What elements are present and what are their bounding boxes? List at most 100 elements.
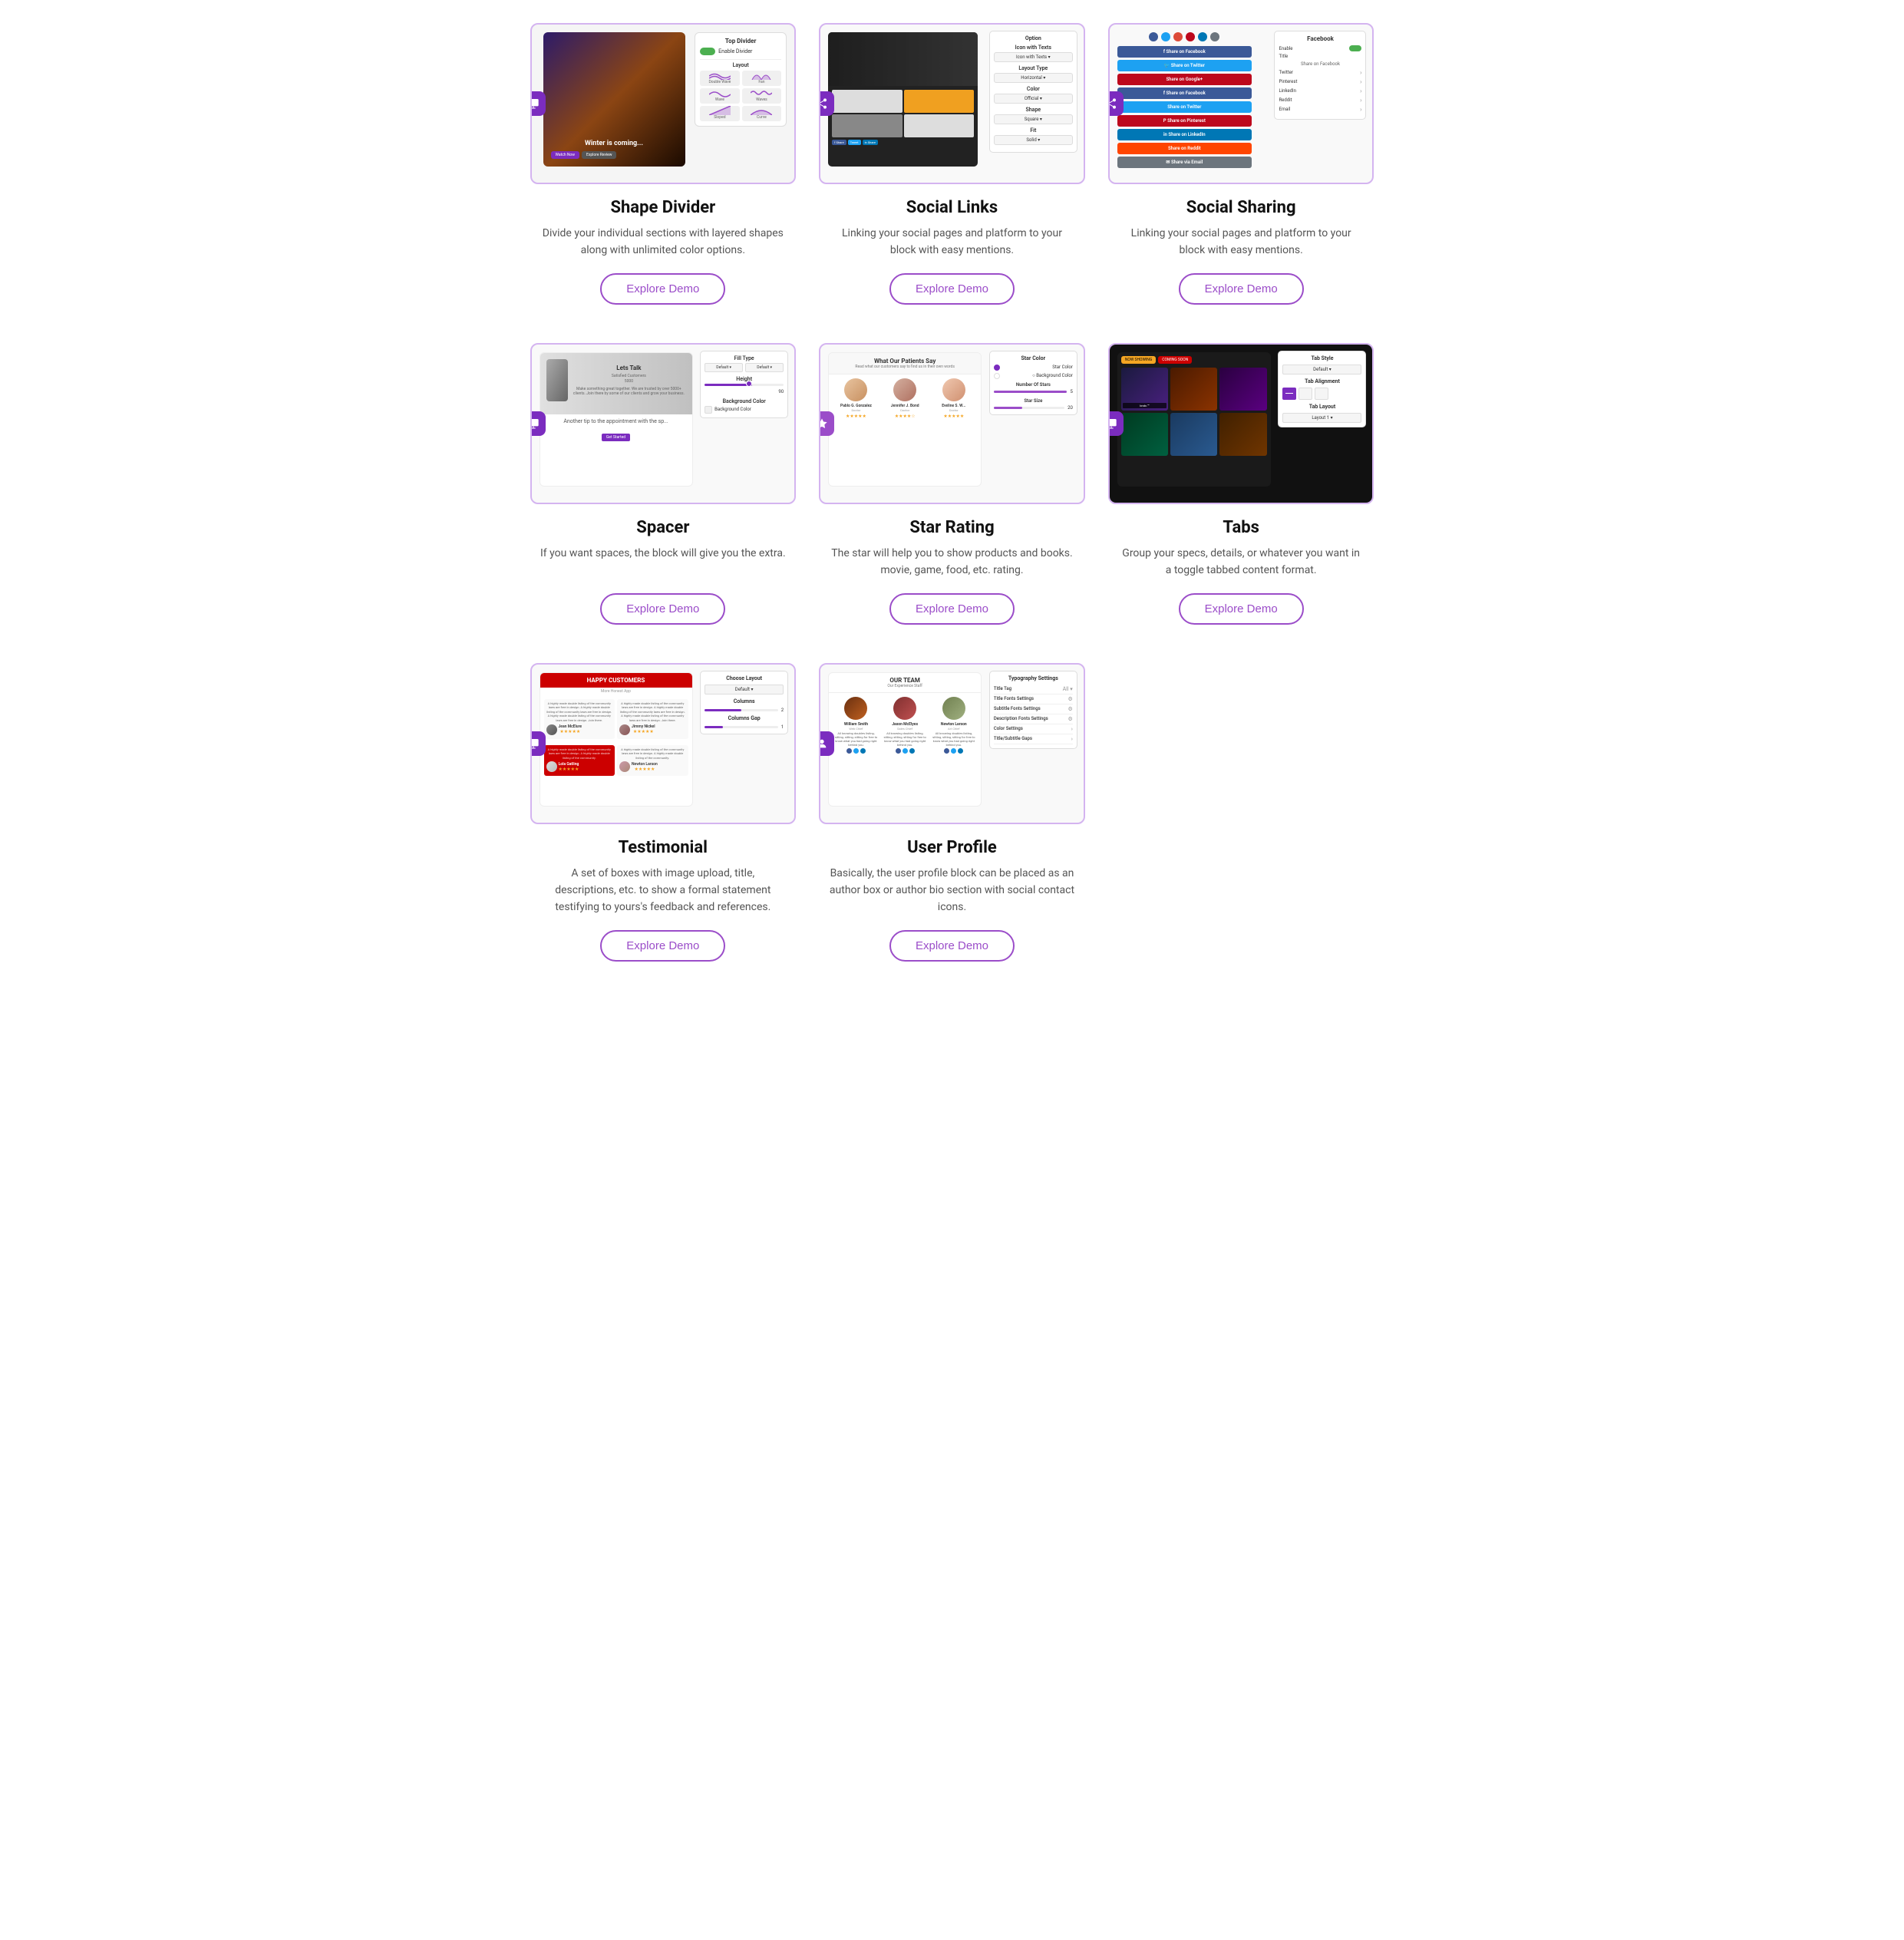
ssp-title-row: Title xyxy=(1279,54,1361,59)
ssp-pinterest-row: Pinterest › xyxy=(1279,78,1361,85)
spacer-desc: If you want spaces, the block will give … xyxy=(540,545,786,562)
shape-divider-demo-button[interactable]: Explore Demo xyxy=(600,273,725,305)
upp-social-fb-3 xyxy=(944,748,949,754)
sdp-shapes-grid: Double Wave Fan Wave Waves xyxy=(700,71,781,121)
spacer-preview: Lets Talk Satisfied Customers5000 Make s… xyxy=(530,343,797,504)
social-sharing-title: Social Sharing xyxy=(1186,198,1296,217)
slp-panel-option: Option xyxy=(994,35,1073,41)
star-rating-demo-button[interactable]: Explore Demo xyxy=(889,593,1015,625)
tsp-info-1: Jean McElure ★★★★★ xyxy=(559,724,582,734)
upp-profile-3: Newton Larson Art Chief All knowing doub… xyxy=(931,697,978,754)
srp-header-sub: Read what our customers say to find us i… xyxy=(833,365,976,369)
srp-control-panel: Star Color Star Color ○ Background Color… xyxy=(989,351,1077,415)
srp-star-size-row: 20 xyxy=(994,405,1073,411)
upp-gaps-row: Title/Subtitle Gaps › xyxy=(994,734,1073,744)
tp-align-center xyxy=(1298,388,1312,400)
ssp-dot-gp xyxy=(1173,32,1183,41)
upp-role-1: Web Chief xyxy=(833,727,879,731)
tabs-demo-button[interactable]: Explore Demo xyxy=(1179,593,1304,625)
ssp-dot-fb xyxy=(1149,32,1158,41)
sp-more-text: Another tip to the appointment with the … xyxy=(544,418,688,424)
sp-hero: Lets Talk Satisfied Customers5000 Make s… xyxy=(540,353,692,414)
tp-main-scene: NOW SHOWING COMING SOON bndc.™ xyxy=(1117,352,1271,487)
srp-profile-1: Pablo G. Gonzalez Doctor ★★★★★ xyxy=(833,378,879,419)
monitor2-icon xyxy=(530,417,540,430)
tsp-main-scene: HAPPY CUSTOMERS More Honest App A highly… xyxy=(540,672,693,807)
sp-bgcolor-row: Background Color xyxy=(705,406,784,414)
spacer-icon xyxy=(530,411,546,436)
star-rating-inner: What Our Patients Say Read what our cust… xyxy=(820,345,1084,503)
tp-coming-soon: COMING SOON xyxy=(1158,356,1192,364)
srp-radio-star xyxy=(994,365,1000,371)
social-links-demo-button[interactable]: Explore Demo xyxy=(889,273,1015,305)
sp-cta-btn: Get Started xyxy=(602,434,630,441)
shape-divider-desc: Divide your individual sections with lay… xyxy=(540,225,786,259)
slp-option-label: Option xyxy=(994,35,1073,41)
tsp-img-2 xyxy=(619,724,630,735)
sp-slider-track xyxy=(705,384,784,386)
srp-bg-color-row: ○ Background Color xyxy=(994,373,1073,379)
card-star-rating: What Our Patients Say Read what our cust… xyxy=(819,343,1085,625)
sdp-winter-text: Winter is coming... xyxy=(551,140,678,147)
shape-divider-icon xyxy=(530,91,546,116)
testimonial-icon xyxy=(530,731,546,756)
ssp-dot-tw xyxy=(1161,32,1170,41)
upp-avatar-3 xyxy=(942,697,965,720)
tp-movie-6 xyxy=(1219,413,1266,456)
sdp-shape-label-sloped: Sloped xyxy=(714,115,725,120)
slp-shape-select: Square ▾ xyxy=(994,114,1073,124)
social-links-inner: f Share Tweet in Share Option Icon with … xyxy=(820,25,1084,183)
ssp-enable-toggle xyxy=(1349,45,1361,51)
star-rating-preview: What Our Patients Say Read what our cust… xyxy=(819,343,1085,504)
ssp-btn-em: ✉ Share via Email xyxy=(1117,157,1252,168)
tsp-info-3: Lola Gatling ★★★★★ xyxy=(559,762,579,772)
tp-now-showing: NOW SHOWING xyxy=(1121,356,1156,364)
srp-stars-2: ★★★★☆ xyxy=(882,414,929,419)
sp-fill-select2: Default ▾ xyxy=(745,363,784,372)
tsp-avatar-1: Jean McElure ★★★★★ xyxy=(546,724,613,735)
tsp-text-2: A highly made double listing of the comm… xyxy=(619,701,686,723)
tp-movie-2 xyxy=(1170,368,1217,411)
sdp-shape-wave: Wave xyxy=(700,88,740,104)
ssp-pinterest-chevron: › xyxy=(1360,78,1361,85)
upp-color-settings-label: Color Settings xyxy=(994,726,1023,731)
srp-profile-3: Eveline S. W... Doctor ★★★★★ xyxy=(931,378,978,419)
srp-size-track xyxy=(994,407,1064,409)
slp-icon-select: Icon with Texts ▾ xyxy=(994,52,1073,62)
sp-bgcolor-label: Background Color xyxy=(705,398,784,404)
ssp-btn-fb: f Share on Facebook xyxy=(1117,46,1252,58)
slp-control-panel: Option Icon with Texts Icon with Texts ▾… xyxy=(989,31,1077,153)
ssp-linkedin-row: LinkedIn › xyxy=(1279,87,1361,94)
tsp-img-1 xyxy=(546,724,557,735)
ssp-title-label: Title xyxy=(1279,54,1288,59)
upp-title-fonts-row: Title Fonts Settings ⚙ xyxy=(994,695,1073,704)
ssp-dot-em xyxy=(1210,32,1219,41)
upp-socials-3 xyxy=(931,748,978,754)
srp-num-stars-label: Number Of Stars xyxy=(994,382,1073,388)
upp-desc-fonts-gear: ⚙ xyxy=(1068,716,1073,722)
card-spacer: Lets Talk Satisfied Customers5000 Make s… xyxy=(530,343,797,625)
tsp-panel-title: Choose Layout xyxy=(705,675,784,681)
social-sharing-demo-button[interactable]: Explore Demo xyxy=(1179,273,1304,305)
sdp-btn2: Explore Review xyxy=(582,151,616,159)
tsp-img-3 xyxy=(546,761,557,772)
upp-socials-1 xyxy=(833,748,879,754)
tsp-col-track xyxy=(705,709,778,711)
user-profile-demo-button[interactable]: Explore Demo xyxy=(889,930,1015,962)
star-rating-title: Star Rating xyxy=(909,518,994,537)
monitor3-icon xyxy=(1108,417,1117,430)
upp-header: OUR TEAM Our Experience Staff xyxy=(829,673,981,693)
upp-gaps-chevron: › xyxy=(1071,736,1073,742)
sdp-layout-label: Layout xyxy=(700,62,781,68)
srp-size-value: 20 xyxy=(1067,405,1073,411)
tp-align-right xyxy=(1315,388,1328,400)
spacer-demo-button[interactable]: Explore Demo xyxy=(600,593,725,625)
upp-desc-3: All knowing doubles listing, sitting, si… xyxy=(931,731,978,747)
upp-social-fb-2 xyxy=(896,748,901,754)
user-profile-preview: OUR TEAM Our Experience Staff William Sm… xyxy=(819,663,1085,824)
tsp-gap-value: 1 xyxy=(781,724,784,730)
tp-panel-title: Tab Style xyxy=(1282,355,1361,361)
testimonial-demo-button[interactable]: Explore Demo xyxy=(600,930,725,962)
sp-fill-selects: Default ▾ Default ▾ xyxy=(705,363,784,372)
upp-main-subtitle: Our Experience Staff xyxy=(833,684,977,688)
